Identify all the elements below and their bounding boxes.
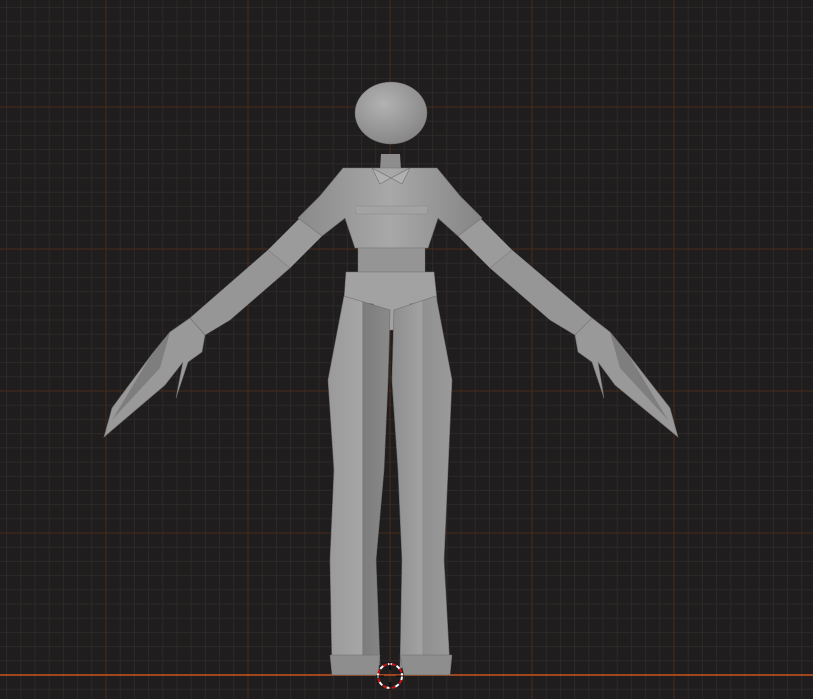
- 3d-cursor-icon[interactable]: [0, 0, 813, 699]
- 3d-viewport[interactable]: [0, 0, 813, 699]
